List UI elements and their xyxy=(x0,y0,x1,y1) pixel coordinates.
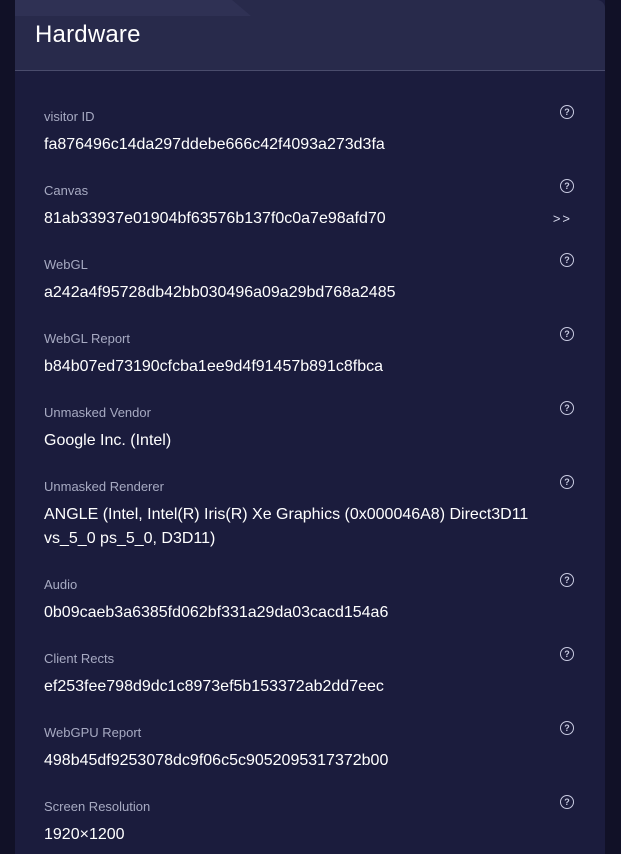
panel-title: Hardware xyxy=(35,21,141,48)
question-circle-icon[interactable]: ? xyxy=(560,475,574,489)
row-label: WebGL Report xyxy=(44,331,130,346)
row-label: Canvas xyxy=(44,183,89,198)
row-label: Audio xyxy=(44,577,78,592)
row-label: Screen Resolution xyxy=(44,799,151,814)
row-label: WebGPU Report xyxy=(44,725,142,740)
row-value: fa876496c14da297ddebe666c42f4093a273d3fa xyxy=(44,136,385,153)
row-label: WebGL xyxy=(44,257,88,272)
row-label: Client Rects xyxy=(44,651,115,666)
row-value: 81ab33937e01904bf63576b137f0c0a7e98afd70 xyxy=(44,210,386,227)
question-circle-icon[interactable]: ? xyxy=(560,573,574,587)
row-value: a242a4f95728db42bb030496a09a29bd768a2485 xyxy=(44,284,396,301)
row-label: Unmasked Renderer xyxy=(44,479,164,494)
question-circle-icon[interactable]: ? xyxy=(560,647,574,661)
question-circle-icon[interactable]: ? xyxy=(560,105,574,119)
row-label: Unmasked Vendor xyxy=(44,405,151,420)
row-label: visitor ID xyxy=(44,109,95,124)
row-value: ef253fee798d9dc1c8973ef5b153372ab2dd7eec xyxy=(44,678,384,695)
row-value: b84b07ed73190cfcba1ee9d4f91457b891c8fbca xyxy=(44,358,383,375)
row-value: ANGLE (Intel, Intel(R) Iris(R) Xe Graphi… xyxy=(44,506,529,547)
header-tab-decoration xyxy=(15,0,251,16)
question-circle-icon[interactable]: ? xyxy=(560,253,574,267)
question-circle-icon[interactable]: ? xyxy=(560,401,574,415)
row-value: 498b45df9253078dc9f06c5c9052095317372b00 xyxy=(44,752,389,769)
expand-more-button[interactable]: >> xyxy=(553,211,572,226)
question-circle-icon[interactable]: ? xyxy=(560,721,574,735)
question-circle-icon[interactable]: ? xyxy=(560,795,574,809)
row-value: Google Inc. (Intel) xyxy=(44,432,172,449)
row-value: 0b09caeb3a6385fd062bf331a29da03cacd154a6 xyxy=(44,604,389,621)
row-value: 1920×1200 xyxy=(44,826,125,843)
question-circle-icon[interactable]: ? xyxy=(560,179,574,193)
question-circle-icon[interactable]: ? xyxy=(560,327,574,341)
